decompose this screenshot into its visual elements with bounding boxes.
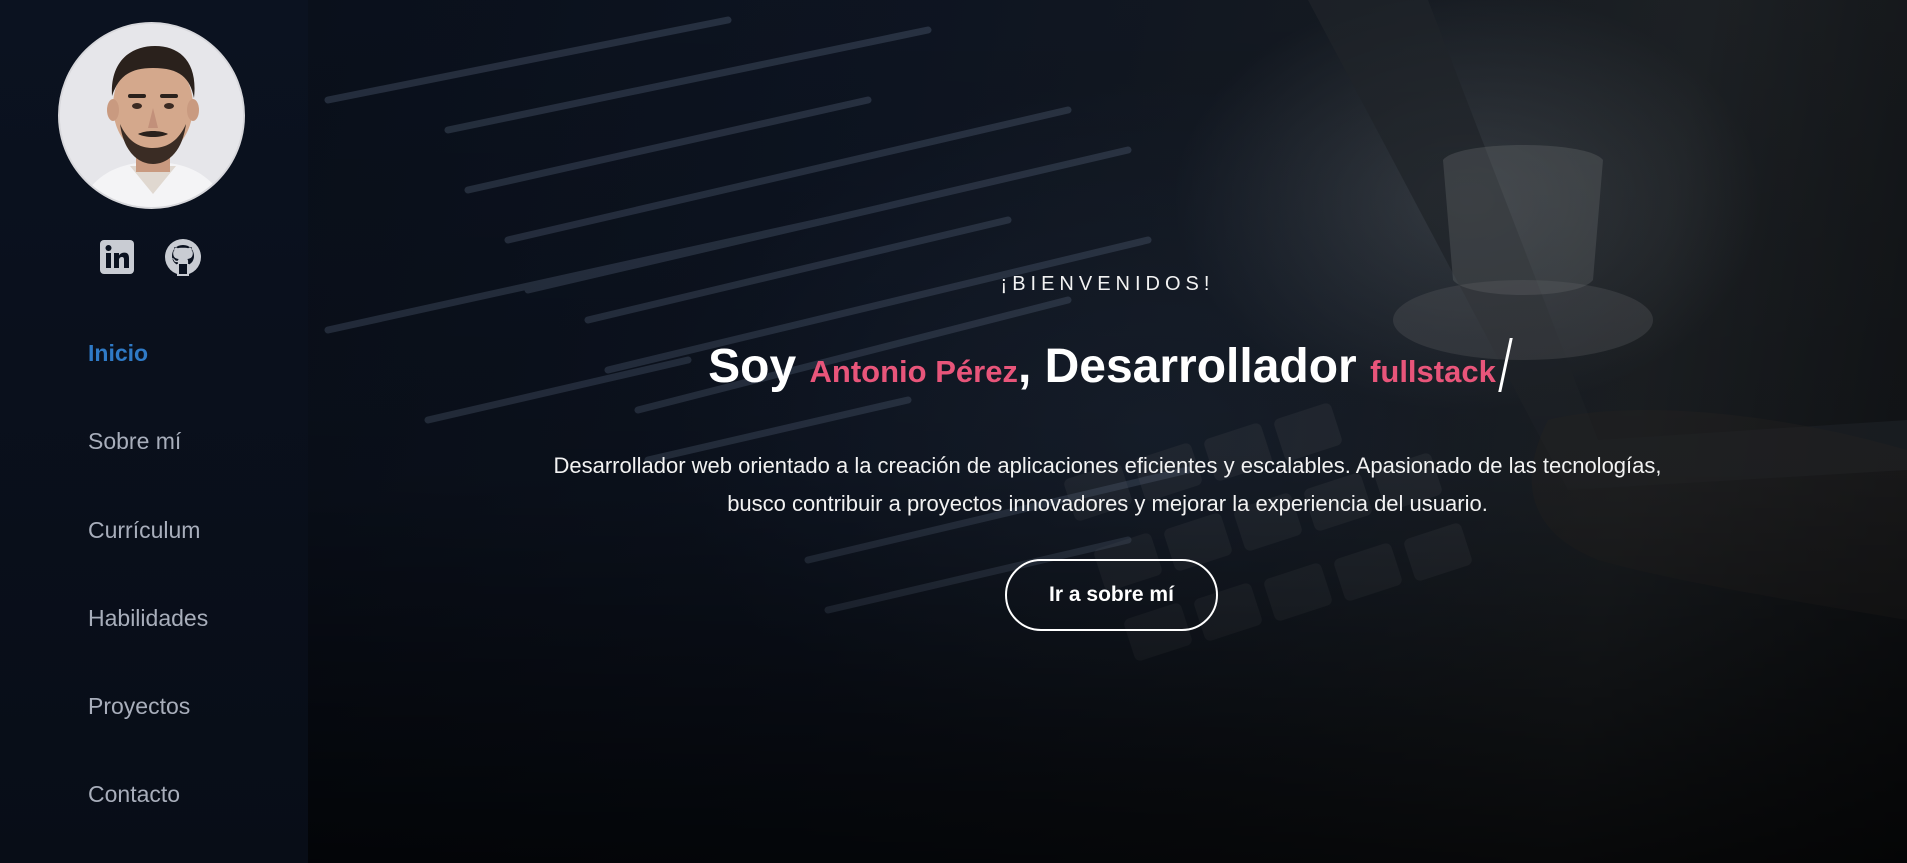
linkedin-link[interactable] bbox=[98, 238, 136, 276]
nav-item-label: Currículum bbox=[88, 516, 201, 543]
nav-item-label: Contacto bbox=[88, 781, 181, 808]
avatar bbox=[58, 22, 245, 209]
nav-item-habilidades[interactable]: Habilidades bbox=[88, 595, 208, 683]
hero-description: Desarrollador web orientado a la creació… bbox=[308, 447, 1907, 523]
nav-item-label: Inicio bbox=[88, 340, 149, 366]
social-links bbox=[98, 238, 202, 276]
nav-item-contacto[interactable]: Contacto bbox=[88, 771, 208, 859]
description-line-1: Desarrollador web orientado a la creació… bbox=[553, 453, 1662, 478]
headline-role: fullstack bbox=[1370, 354, 1496, 389]
hero-section: ¡BIENVENIDOS! Soy Antonio Pérez, Desarro… bbox=[308, 0, 1907, 863]
nav-item-label: Habilidades bbox=[88, 604, 209, 631]
description-line-2: busco contribuir a proyectos innovadores… bbox=[727, 491, 1488, 516]
headline-name: Antonio Pérez bbox=[809, 354, 1018, 389]
nav-item-inicio[interactable]: Inicio bbox=[88, 330, 208, 418]
nav-item-sobre-mi[interactable]: Sobre mí bbox=[88, 418, 208, 506]
headline: Soy Antonio Pérez, Desarrollador fullsta… bbox=[308, 338, 1907, 394]
profile-photo bbox=[60, 24, 243, 207]
nav-item-curriculum[interactable]: Currículum bbox=[88, 507, 208, 595]
main-nav: Inicio Sobre mí Currículum Habilidades P… bbox=[88, 330, 208, 860]
hero-overlay bbox=[308, 0, 1907, 863]
welcome-text: ¡BIENVENIDOS! bbox=[1000, 273, 1215, 295]
nav-item-label: Proyectos bbox=[88, 693, 191, 720]
nav-item-proyectos[interactable]: Proyectos bbox=[88, 683, 208, 771]
go-to-about-button[interactable]: Ir a sobre mí bbox=[1005, 559, 1218, 631]
typing-cursor bbox=[1498, 338, 1513, 392]
github-link[interactable] bbox=[164, 238, 202, 276]
headline-middle: , Desarrollador bbox=[1017, 340, 1371, 393]
nav-item-label: Sobre mí bbox=[88, 428, 182, 455]
linkedin-icon bbox=[100, 240, 134, 274]
github-icon bbox=[165, 239, 201, 276]
sidebar: Inicio Sobre mí Currículum Habilidades P… bbox=[0, 0, 308, 863]
headline-prefix: Soy bbox=[708, 340, 810, 393]
